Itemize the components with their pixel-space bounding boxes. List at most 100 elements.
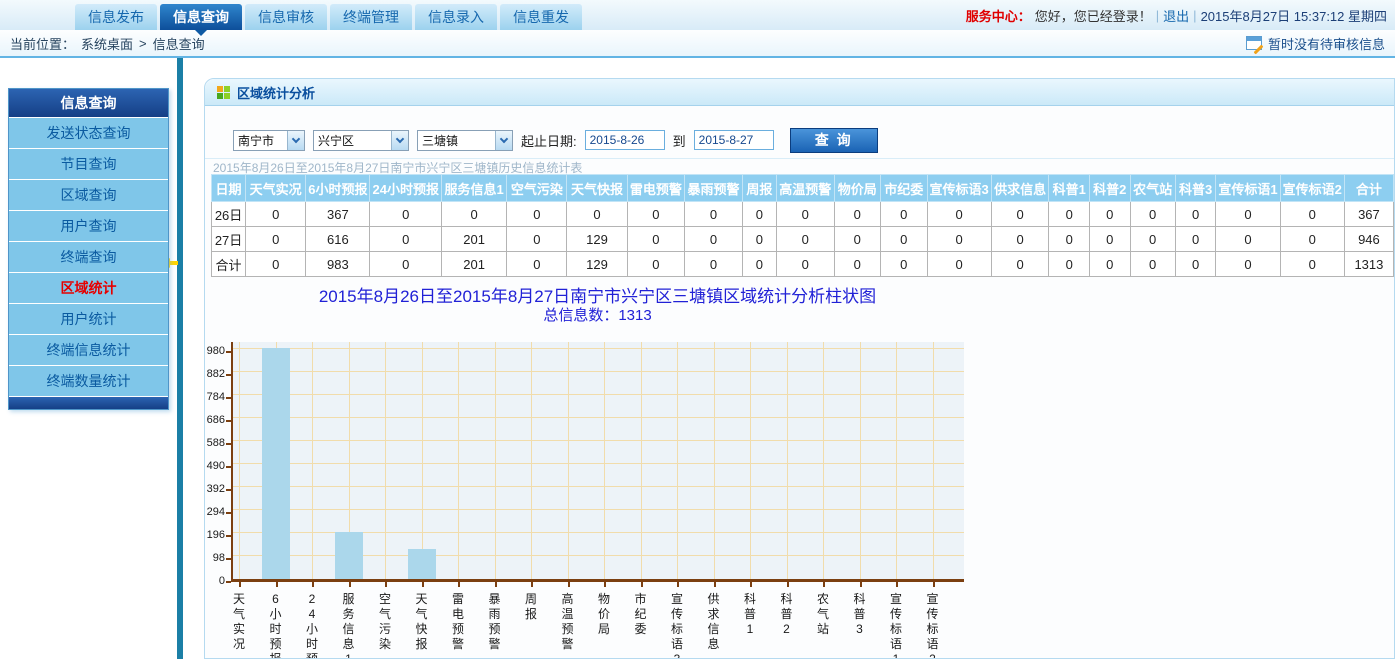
sidebar-item-6[interactable]: 区域统计 (9, 272, 168, 303)
town-select[interactable]: 三塘镇 (417, 130, 513, 151)
page: 信息发布信息查询信息审核终端管理信息录入信息重发 服务中心： 您好，您已经登录！… (0, 0, 1395, 659)
table-cell: 0 (507, 227, 567, 252)
table-cell: 0 (685, 202, 743, 227)
table-cell: 0 (742, 227, 776, 252)
end-date-input[interactable] (694, 130, 774, 150)
table-cell: 367 (306, 202, 370, 227)
row-label: 26日 (212, 202, 246, 227)
chevron-down-icon[interactable] (287, 131, 304, 150)
note-pencil-icon (1246, 36, 1262, 50)
service-center-label: 服务中心： (966, 6, 1031, 25)
tab-5[interactable]: 信息录入 (415, 4, 497, 30)
main-panel: 区域统计分析 南宁市 兴宁区 三塘镇 起止日期: 到 查 询 2015年8月26… (204, 78, 1395, 659)
tab-1[interactable]: 信息发布 (75, 4, 157, 30)
sidebar-divider[interactable] (177, 58, 183, 659)
bar-天气快报 (408, 549, 436, 579)
table-cell: 0 (246, 202, 306, 227)
chevron-down-icon[interactable] (495, 131, 512, 150)
table-cell: 0 (991, 227, 1049, 252)
tab-2[interactable]: 信息查询 (160, 4, 242, 30)
city-select[interactable]: 南宁市 (233, 130, 305, 151)
column-header: 宣传标语2 (1280, 175, 1344, 202)
x-axis-label: 供 求 信 息 (707, 592, 721, 652)
table-cell: 0 (627, 252, 685, 277)
chevron-down-icon[interactable] (391, 131, 408, 150)
breadcrumb-home-link[interactable]: 系统桌面 (81, 34, 133, 53)
table-cell: 0 (1130, 227, 1175, 252)
x-axis-label: 科 普 2 (780, 592, 794, 637)
table-cell: 0 (685, 252, 743, 277)
x-axis-label: 高 温 预 警 (561, 592, 575, 652)
sidebar-item-1[interactable]: 发送状态查询 (9, 117, 168, 148)
y-tick-label: 0 (204, 575, 225, 587)
column-header: 周报 (742, 175, 776, 202)
chart-plot-area (231, 342, 964, 582)
y-tick-label: 98 (204, 552, 225, 564)
table-cell: 201 (441, 252, 506, 277)
breadcrumb-separator: > (139, 36, 147, 51)
table-cell: 0 (627, 202, 685, 227)
x-axis-label: 农 气 站 (816, 592, 830, 637)
column-header: 物价局 (834, 175, 881, 202)
sidebar-footer (9, 396, 168, 409)
sidebar-item-4[interactable]: 用户查询 (9, 210, 168, 241)
y-tick-label: 588 (204, 437, 225, 449)
table-cell: 0 (1175, 202, 1216, 227)
column-header: 高温预警 (776, 175, 834, 202)
y-tick-label: 196 (204, 529, 225, 541)
table-cell: 0 (927, 227, 991, 252)
table-cell: 129 (567, 252, 627, 277)
sidebar-item-8[interactable]: 终端信息统计 (9, 334, 168, 365)
table-cell: 0 (370, 227, 441, 252)
breadcrumb-label: 当前位置： (10, 34, 75, 53)
table-cell: 0 (1130, 202, 1175, 227)
table-cell: 0 (1089, 202, 1130, 227)
greeting-text: 您好，您已经登录！ (1035, 6, 1152, 25)
table-cell: 616 (306, 227, 370, 252)
tab-4[interactable]: 终端管理 (330, 4, 412, 30)
sidebar-item-5[interactable]: 终端查询 (9, 241, 168, 272)
y-tick-label: 784 (204, 391, 225, 403)
table-cell: 0 (1175, 227, 1216, 252)
bar-chart: 098196294392490588686784882980天 气 实 况6 小… (231, 342, 964, 582)
chart-subtitle: 总信息数：1313 (231, 304, 964, 325)
sidebar-item-7[interactable]: 用户统计 (9, 303, 168, 334)
column-header: 市纪委 (881, 175, 928, 202)
x-axis-label: 天 气 实 况 (232, 592, 246, 652)
table-cell: 946 (1344, 227, 1393, 252)
tab-3[interactable]: 信息审核 (245, 4, 327, 30)
table-row: 27日06160201012900000000000000946 (212, 227, 1394, 252)
column-header: 空气污染 (507, 175, 567, 202)
table-cell: 0 (776, 252, 834, 277)
audit-notice-text: 暂时没有待审核信息 (1268, 34, 1385, 53)
table-cell: 0 (1280, 202, 1344, 227)
table-cell: 0 (1280, 252, 1344, 277)
column-header: 雷电预警 (627, 175, 685, 202)
column-header: 科普1 (1049, 175, 1090, 202)
x-axis-label: 物 价 局 (597, 592, 611, 637)
stats-table: 日期天气实况6小时预报24小时预报服务信息1空气污染天气快报雷电预警暴雨预警周报… (211, 174, 1394, 277)
district-select-value: 兴宁区 (314, 132, 391, 149)
table-cell: 0 (1089, 227, 1130, 252)
district-select[interactable]: 兴宁区 (313, 130, 409, 151)
y-tick-label: 686 (204, 414, 225, 426)
table-cell: 0 (441, 202, 506, 227)
sidebar-item-9[interactable]: 终端数量统计 (9, 365, 168, 396)
bar-6小时预报 (262, 348, 290, 579)
table-cell: 201 (441, 227, 506, 252)
y-tick-label: 882 (204, 368, 225, 380)
x-axis-label: 市 纪 委 (634, 592, 648, 637)
sidebar-item-2[interactable]: 节目查询 (9, 148, 168, 179)
table-cell: 0 (246, 227, 306, 252)
y-tick-label: 490 (204, 460, 225, 472)
query-button[interactable]: 查 询 (790, 128, 878, 153)
tab-6[interactable]: 信息重发 (500, 4, 582, 30)
start-date-input[interactable] (585, 130, 665, 150)
sidebar-item-3[interactable]: 区域查询 (9, 179, 168, 210)
y-tick-label: 980 (204, 345, 225, 357)
table-cell: 0 (507, 202, 567, 227)
column-header: 宣传标语1 (1216, 175, 1280, 202)
logout-link[interactable]: 退出 (1163, 6, 1189, 25)
column-header: 日期 (212, 175, 246, 202)
row-label: 合计 (212, 252, 246, 277)
